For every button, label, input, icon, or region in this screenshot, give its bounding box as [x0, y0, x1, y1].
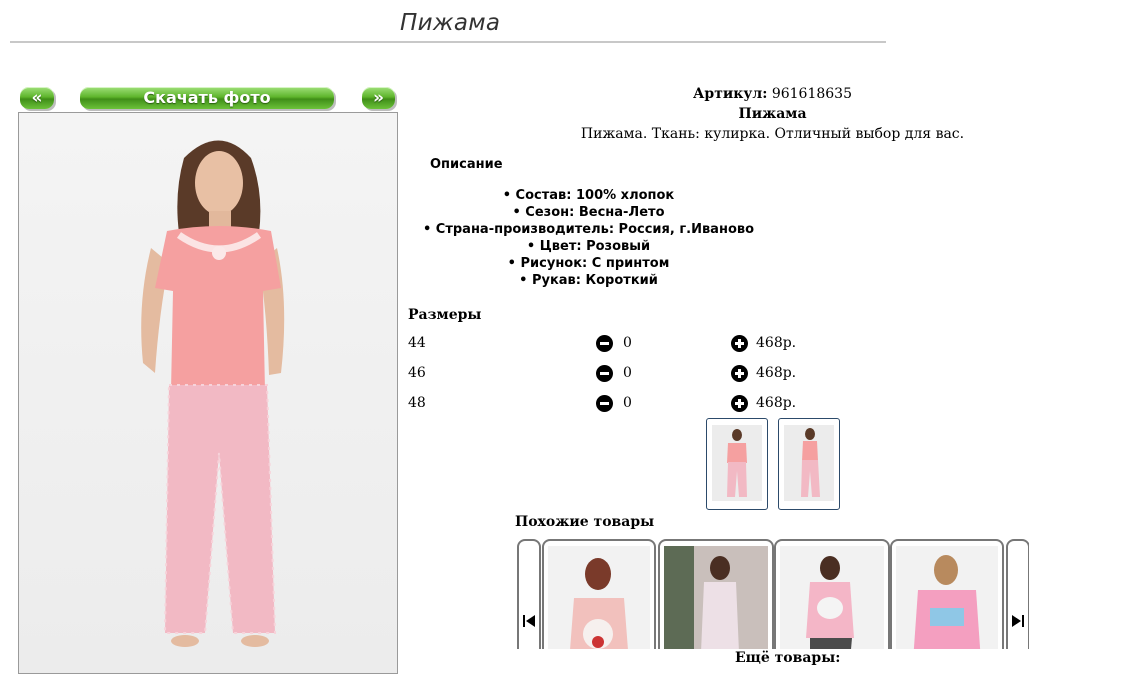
- download-photo-button[interactable]: Скачать фото: [80, 87, 334, 109]
- description-item: • Страна-производитель: Россия, г.Иванов…: [422, 222, 755, 237]
- carousel-next-button[interactable]: [1006, 539, 1029, 649]
- thumbnail-image: [784, 425, 834, 501]
- description-title: Описание: [430, 157, 503, 172]
- title-divider: [10, 41, 886, 43]
- size-label: 48: [408, 395, 426, 411]
- description-list: • Состав: 100% хлопок • Сезон: Весна-Лет…: [410, 187, 767, 289]
- page-title: Пижама: [400, 10, 501, 36]
- sizes-title: Размеры: [408, 307, 482, 323]
- similar-product-card[interactable]: [890, 539, 1004, 649]
- skip-back-icon: [523, 615, 535, 627]
- size-price: 468р.: [756, 395, 797, 411]
- quantity-value: 0: [623, 395, 632, 411]
- description-item: • Рисунок: С принтом: [507, 256, 670, 271]
- similar-product-card[interactable]: [774, 539, 890, 649]
- main-product-photo: [18, 112, 398, 674]
- photo-thumbnail[interactable]: [706, 418, 768, 510]
- similar-products-carousel: [517, 539, 1029, 649]
- size-row: 46 0 468р.: [408, 363, 808, 385]
- size-price: 468р.: [756, 335, 797, 351]
- skip-forward-icon: [1012, 615, 1024, 627]
- size-row: 48 0 468р.: [408, 393, 808, 415]
- thumbnail-image: [712, 425, 762, 501]
- plus-circle-icon[interactable]: [731, 365, 748, 382]
- size-label: 44: [408, 335, 426, 351]
- plus-circle-icon[interactable]: [731, 395, 748, 412]
- quantity-value: 0: [623, 335, 632, 351]
- similar-product-image: [664, 546, 768, 649]
- carousel-prev-button[interactable]: [517, 539, 541, 649]
- plus-circle-icon[interactable]: [731, 335, 748, 352]
- description-item: • Цвет: Розовый: [526, 239, 651, 254]
- model-in-pajama-illustration: [141, 140, 285, 647]
- similar-product-image: [548, 546, 650, 649]
- size-label: 46: [408, 365, 426, 381]
- minus-circle-icon[interactable]: [596, 395, 613, 412]
- article-row: Артикул: 961618635: [410, 84, 1130, 104]
- similar-products-title: Похожие товары: [515, 514, 655, 530]
- description-item: • Сезон: Весна-Лето: [512, 205, 665, 220]
- photo-thumbnail[interactable]: [778, 418, 840, 510]
- description-item: • Состав: 100% хлопок: [502, 188, 675, 203]
- size-row: 44 0 468р.: [408, 333, 808, 355]
- prev-photo-button[interactable]: «: [20, 87, 54, 109]
- similar-product-card[interactable]: [658, 539, 774, 649]
- minus-circle-icon[interactable]: [596, 335, 613, 352]
- article-label: Артикул:: [693, 86, 768, 102]
- similar-product-image: [780, 546, 884, 649]
- similar-product-card[interactable]: [542, 539, 656, 649]
- similar-product-image: [896, 546, 998, 649]
- minus-circle-icon[interactable]: [596, 365, 613, 382]
- product-info: Артикул: 961618635 Пижама Пижама. Ткань:…: [410, 84, 1130, 144]
- description-item: • Рукав: Короткий: [519, 273, 658, 288]
- product-name: Пижама: [738, 106, 807, 122]
- size-price: 468р.: [756, 365, 797, 381]
- article-value: 961618635: [771, 86, 852, 102]
- product-summary: Пижама. Ткань: кулирка. Отличный выбор д…: [580, 126, 965, 142]
- next-photo-button[interactable]: »: [362, 87, 395, 109]
- quantity-value: 0: [623, 365, 632, 381]
